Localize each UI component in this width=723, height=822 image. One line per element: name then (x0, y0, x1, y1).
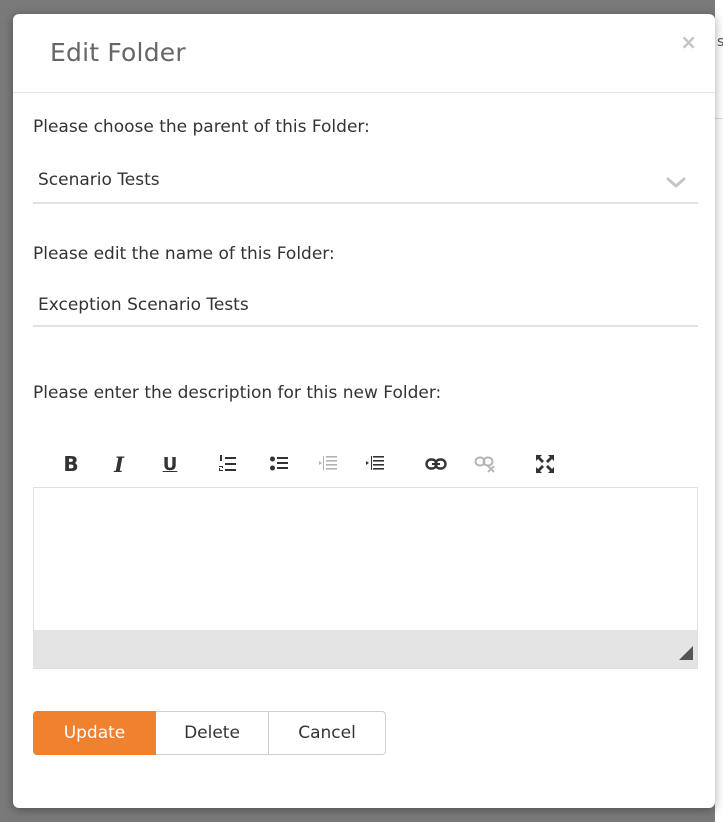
description-label: Please enter the description for this ne… (33, 383, 442, 403)
italic-icon[interactable]: I (104, 446, 134, 482)
cancel-button[interactable]: Cancel (269, 711, 386, 755)
resize-handle-icon[interactable] (679, 645, 693, 664)
bulleted-list-icon[interactable] (264, 446, 294, 482)
backdrop-page (715, 0, 723, 822)
indent-icon[interactable] (360, 446, 390, 482)
folder-name-label: Please edit the name of this Folder: (33, 244, 335, 264)
parent-folder-select[interactable]: Scenario Tests (33, 160, 698, 204)
folder-name-input[interactable] (33, 285, 698, 327)
edit-folder-dialog: Edit Folder × Please choose the parent o… (13, 14, 715, 808)
chevron-down-icon (666, 174, 686, 193)
outdent-icon (313, 446, 343, 482)
parent-folder-selected-value: Scenario Tests (38, 170, 160, 190)
dialog-actions: Update Delete Cancel (33, 711, 386, 755)
rich-text-toolbar: B I U (33, 446, 698, 482)
description-editor (33, 487, 698, 669)
editor-status-bar (34, 630, 697, 668)
numbered-list-icon[interactable] (213, 446, 243, 482)
delete-button[interactable]: Delete (156, 711, 269, 755)
backdrop-text: s (717, 34, 723, 50)
bold-icon[interactable]: B (56, 446, 86, 482)
update-button[interactable]: Update (33, 711, 156, 755)
maximize-icon[interactable] (530, 446, 560, 482)
dialog-header: Edit Folder × (13, 14, 715, 93)
unlink-icon (470, 446, 500, 482)
description-textarea[interactable] (34, 488, 697, 630)
backdrop-divider (715, 118, 723, 119)
parent-folder-label: Please choose the parent of this Folder: (33, 117, 370, 137)
dialog-title: Edit Folder (50, 38, 186, 67)
close-icon[interactable]: × (680, 32, 697, 52)
link-icon[interactable] (421, 446, 451, 482)
underline-icon[interactable]: U (155, 446, 185, 482)
